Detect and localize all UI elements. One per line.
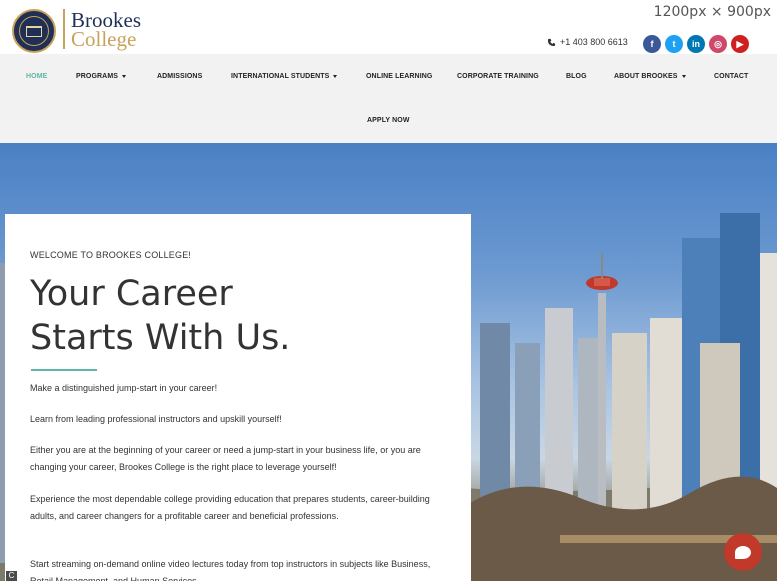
twitter-icon[interactable]: t [665,35,683,53]
youtube-icon[interactable]: ▶ [731,35,749,53]
hero-title-line1: Your Career [30,274,233,314]
hero-title: Your Career Starts With Us. [30,272,290,360]
cookie-badge-icon[interactable]: C [6,571,17,581]
college-seal-logo[interactable] [12,9,56,53]
chevron-down-icon [122,74,127,78]
intro-paragraph-4: Experience the most dependable college p… [30,494,430,521]
instagram-glyph: ◎ [714,38,722,49]
hero-title-line2: Starts With Us. [30,318,291,358]
nav-online-learning[interactable]: ONLINE LEARNING [366,73,432,80]
intro-paragraph-2: Learn from leading professional instruct… [30,414,282,424]
nav-corporate-training[interactable]: CORPORATE TRAINING [457,73,539,80]
nav-admissions[interactable]: ADMISSIONS [157,73,202,80]
linkedin-icon[interactable]: in [687,35,705,53]
logo-divider [63,9,65,49]
welcome-kicker: WELCOME TO BROOKES COLLEGE! [30,250,192,260]
logo-text-college[interactable]: College [71,29,136,50]
accent-divider [31,369,97,371]
phone-link[interactable]: +1 403 800 6613 [547,37,628,47]
chat-launcher-button[interactable] [724,533,762,571]
header: Brookes College 1200px × 900px +1 403 80… [0,0,777,54]
nav-about-brookes[interactable]: ABOUT BROOKES [614,73,686,80]
nav-programs-label: PROGRAMS [76,73,119,80]
phone-icon [547,38,556,46]
youtube-glyph: ▶ [736,38,744,49]
chat-bubble-icon [735,545,751,559]
viewport-size-label: 1200px × 900px [653,4,771,20]
facebook-glyph: f [650,39,654,49]
nav-international-students[interactable]: INTERNATIONAL STUDENTS [231,73,338,80]
nav-international-label: INTERNATIONAL STUDENTS [231,73,330,80]
nav-about-label: ABOUT BROOKES [614,73,678,80]
nav-home[interactable]: HOME [26,73,47,80]
chevron-down-icon [333,74,338,78]
phone-number: +1 403 800 6613 [560,37,628,47]
nav-contact[interactable]: CONTACT [714,73,748,80]
nav-programs[interactable]: PROGRAMS [76,73,127,80]
intro-paragraph-1: Make a distinguished jump-start in your … [30,383,218,393]
intro-paragraph-3: Either you are at the beginning of your … [30,445,421,472]
hero-card [5,214,471,581]
intro-paragraph-5: Start streaming on-demand online video l… [30,559,431,581]
chevron-down-icon [681,74,686,78]
social-links: f t in ◎ ▶ [643,35,749,53]
twitter-glyph: t [672,39,676,49]
linkedin-glyph: in [692,39,700,49]
facebook-icon[interactable]: f [643,35,661,53]
nav-blog[interactable]: BLOG [566,73,587,80]
main-nav: HOME PROGRAMS ADMISSIONS INTERNATIONAL S… [0,54,777,143]
nav-apply-now[interactable]: APPLY NOW [367,117,410,124]
instagram-icon[interactable]: ◎ [709,35,727,53]
